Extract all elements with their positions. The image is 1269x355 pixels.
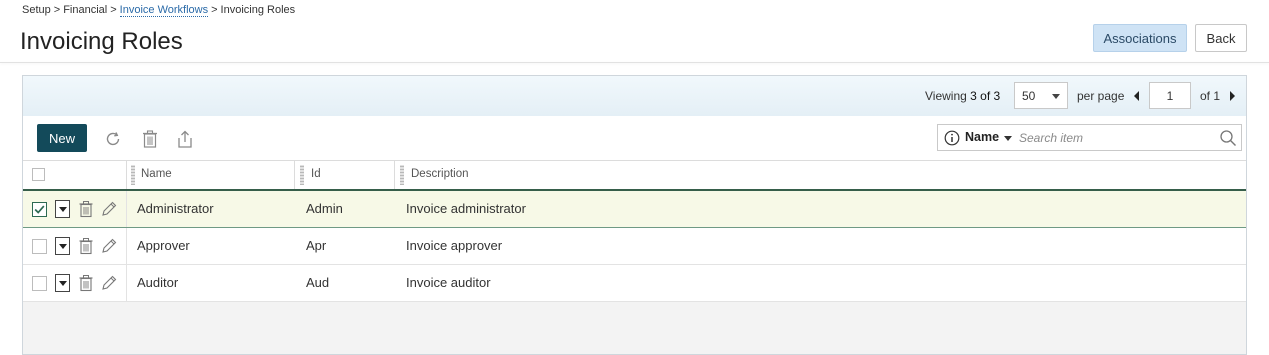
viewing-range: 3 of 3: [970, 89, 1001, 103]
per-page-value: 50: [1022, 89, 1036, 103]
column-resize-handle[interactable]: [131, 165, 135, 185]
delete-row-icon[interactable]: [78, 200, 94, 218]
cell-name: Approver: [137, 238, 190, 253]
search-box: Name Search item: [937, 124, 1242, 151]
column-divider: [126, 228, 127, 264]
search-input[interactable]: Search item: [1019, 131, 1083, 145]
delete-row-icon[interactable]: [78, 237, 94, 255]
breadcrumb-current: Invoicing Roles: [220, 4, 296, 16]
cell-id: Aud: [306, 275, 330, 290]
pager-bar: Viewing 3 of 3 50 per page 1 of 1: [23, 76, 1246, 117]
column-header-description[interactable]: Description: [411, 168, 469, 180]
cell-description: Invoice administrator: [406, 201, 526, 216]
header-divider: [0, 62, 1269, 63]
trash-icon[interactable]: [140, 129, 160, 149]
export-icon[interactable]: [175, 129, 195, 149]
row-actions-dropdown[interactable]: [55, 274, 70, 292]
row-actions-dropdown[interactable]: [55, 200, 70, 218]
breadcrumb-separator: >: [211, 4, 218, 16]
associations-button[interactable]: Associations: [1093, 24, 1187, 52]
per-page-select[interactable]: 50: [1014, 82, 1068, 109]
table-row[interactable]: Approver Apr Invoice approver: [23, 228, 1246, 265]
cell-description: Invoice approver: [406, 238, 503, 253]
breadcrumb-item-setup[interactable]: Setup: [22, 4, 51, 16]
roles-grid: Name Id Description Administrator Admin …: [23, 160, 1246, 302]
row-checkbox[interactable]: [32, 239, 47, 254]
row-checkbox[interactable]: [32, 276, 47, 291]
roles-panel: Viewing 3 of 3 50 per page 1 of 1 New Na…: [22, 75, 1247, 355]
chevron-down-icon: [1052, 94, 1060, 99]
edit-pencil-icon[interactable]: [100, 200, 118, 218]
select-all-checkbox[interactable]: [32, 168, 45, 181]
edit-pencil-icon[interactable]: [100, 237, 118, 255]
page-total-label: of 1: [1200, 89, 1221, 103]
row-checkbox[interactable]: [32, 202, 47, 217]
cell-name: Auditor: [137, 275, 179, 290]
column-divider: [394, 161, 395, 189]
info-icon[interactable]: [944, 130, 960, 146]
breadcrumb-link-invoice-workflows[interactable]: Invoice Workflows: [119, 4, 209, 17]
grid-header: Name Id Description: [23, 160, 1246, 191]
column-divider: [126, 265, 127, 301]
cell-id: Apr: [306, 238, 327, 253]
chevron-down-icon[interactable]: [1004, 136, 1012, 141]
breadcrumb-separator: >: [110, 4, 117, 16]
per-page-label: per page: [1077, 89, 1125, 103]
page-title: Invoicing Roles: [20, 28, 183, 55]
next-page-icon[interactable]: [1230, 91, 1235, 101]
column-resize-handle[interactable]: [400, 165, 404, 185]
delete-row-icon[interactable]: [78, 274, 94, 292]
column-divider: [126, 161, 127, 189]
breadcrumb-separator: >: [53, 4, 61, 16]
cell-description: Invoice auditor: [406, 275, 491, 290]
edit-pencil-icon[interactable]: [100, 274, 118, 292]
breadcrumb-item-financial[interactable]: Financial: [63, 4, 107, 16]
table-row[interactable]: Administrator Admin Invoice administrato…: [23, 191, 1246, 228]
previous-page-icon[interactable]: [1134, 91, 1139, 101]
back-button[interactable]: Back: [1195, 24, 1247, 52]
checkmark-icon: [34, 205, 45, 214]
breadcrumb: Setup > Financial > Invoice Workflows > Invoic…: [22, 4, 296, 17]
column-header-id[interactable]: Id: [311, 168, 321, 180]
search-field-selector[interactable]: Name: [965, 130, 999, 144]
column-divider: [294, 161, 295, 189]
cell-name: Administrator: [137, 201, 214, 216]
column-header-name[interactable]: Name: [141, 168, 172, 180]
column-divider: [126, 191, 127, 227]
grid-toolbar: New Name Search item: [23, 116, 1246, 160]
row-actions-dropdown[interactable]: [55, 237, 70, 255]
table-row[interactable]: Auditor Aud Invoice auditor: [23, 265, 1246, 302]
viewing-prefix: Viewing: [925, 89, 967, 103]
new-button[interactable]: New: [37, 124, 87, 152]
page-number-input[interactable]: 1: [1149, 82, 1191, 109]
cell-id: Admin: [306, 201, 343, 216]
refresh-icon[interactable]: [103, 129, 123, 149]
column-resize-handle[interactable]: [300, 165, 304, 185]
viewing-count: Viewing 3 of 3: [925, 89, 1000, 103]
search-icon[interactable]: [1219, 129, 1237, 147]
